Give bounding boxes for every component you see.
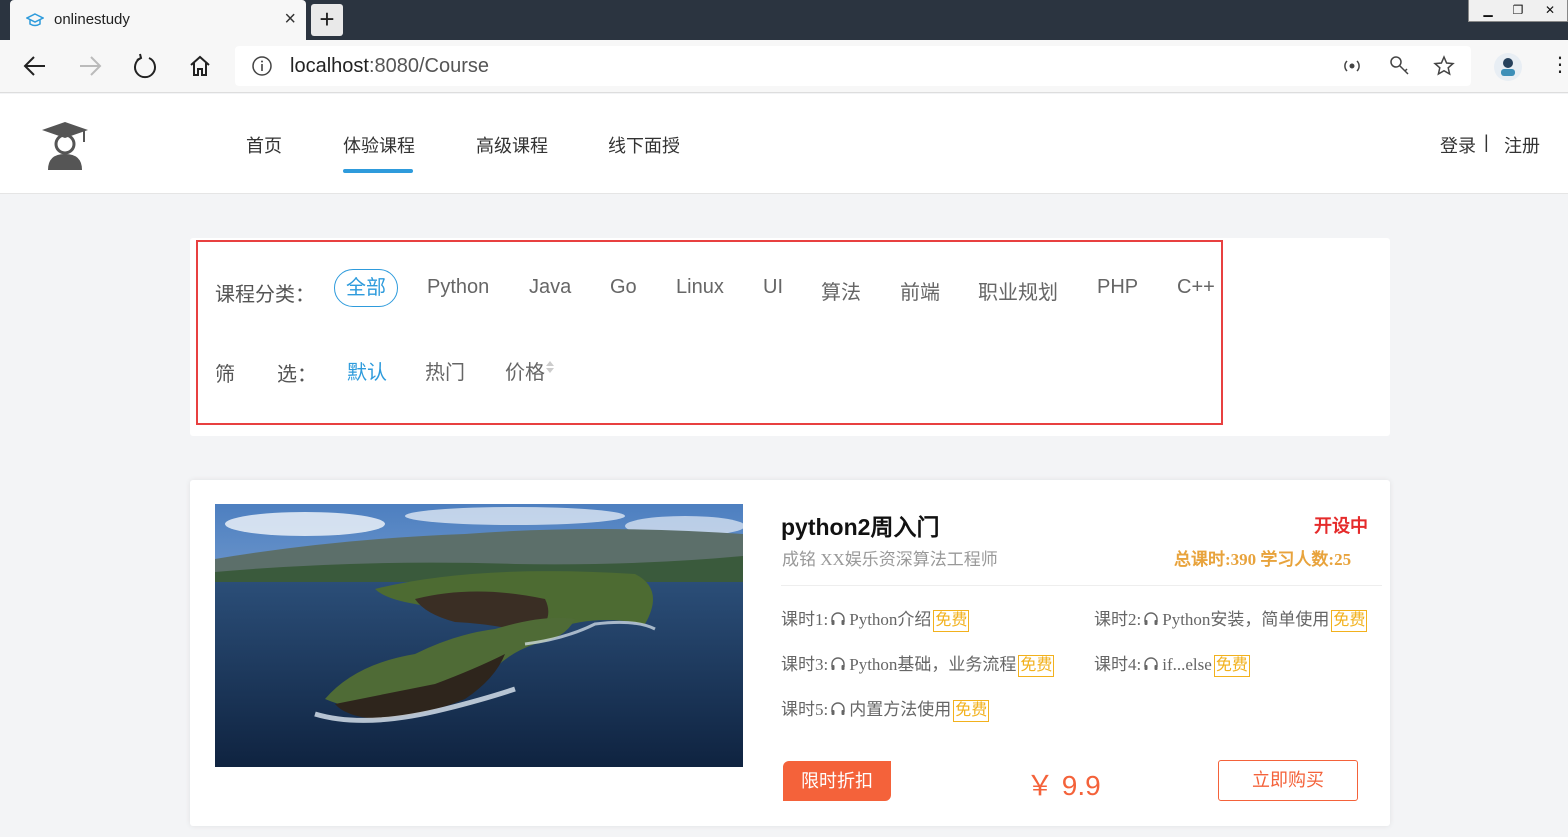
nav-offline-classes[interactable]: 线下面授 — [608, 132, 680, 158]
category-php[interactable]: PHP — [1097, 276, 1138, 299]
sort-price[interactable]: 价格 — [505, 356, 545, 385]
star-icon[interactable] — [1433, 55, 1455, 77]
register-link[interactable]: 注册 — [1504, 132, 1540, 158]
buy-now-button[interactable]: 立即购买 — [1218, 760, 1358, 801]
lesson-number: 课时5: — [781, 700, 829, 719]
category-java[interactable]: Java — [529, 276, 571, 299]
category-algorithm[interactable]: 算法 — [821, 276, 861, 305]
sort-default[interactable]: 默认 — [347, 356, 387, 385]
sort-label-2: 选： — [277, 364, 317, 386]
site-header: 首页 体验课程 高级课程 线下面授 登录 | 注册 — [0, 94, 1568, 194]
url-text[interactable]: localhost:8080/Course — [290, 55, 489, 78]
free-tag: 免费 — [1018, 655, 1055, 677]
course-cover-image[interactable] — [215, 504, 743, 767]
auth-separator: | — [1484, 132, 1489, 152]
lesson-name: if...else — [1162, 655, 1212, 674]
free-tag: 免费 — [1331, 610, 1368, 632]
refresh-icon[interactable] — [131, 52, 159, 80]
active-nav-indicator — [343, 169, 413, 173]
new-tab-button[interactable]: + — [311, 4, 343, 36]
headphones-icon — [831, 612, 845, 625]
lesson-item[interactable]: 课时5: 内置方法使用 免费 — [781, 695, 990, 722]
course-price: ￥ 9.9 — [1026, 770, 1101, 801]
tab-close-button[interactable]: × — [284, 8, 296, 30]
address-bar[interactable]: localhost:8080/Course — [235, 46, 1471, 86]
category-cpp[interactable]: C++ — [1177, 276, 1215, 299]
lesson-item[interactable]: 课时3: Python基础，业务流程 免费 — [781, 650, 1055, 677]
info-icon[interactable] — [251, 55, 273, 77]
category-ui[interactable]: UI — [763, 276, 783, 299]
sort-popular[interactable]: 热门 — [425, 356, 465, 385]
category-python[interactable]: Python — [427, 276, 489, 299]
close-window-button[interactable]: ✕ — [1539, 3, 1561, 18]
free-tag: 免费 — [1213, 655, 1250, 677]
lesson-name: Python介绍 — [849, 610, 932, 629]
free-tag: 免费 — [933, 610, 970, 632]
category-frontend[interactable]: 前端 — [900, 276, 940, 305]
course-status-badge: 开设中 — [1314, 516, 1368, 536]
browser-toolbar: localhost:8080/Course ⋮ — [0, 40, 1568, 93]
profile-avatar-icon[interactable] — [1493, 52, 1523, 82]
lesson-item[interactable]: 课时1: Python介绍 免费 — [781, 605, 970, 632]
sort-arrows-icon[interactable] — [544, 359, 556, 375]
lesson-number: 课时4: — [1094, 655, 1142, 674]
category-label: 课程分类： — [215, 284, 315, 306]
headphones-icon — [831, 702, 845, 715]
lesson-number: 课时3: — [781, 655, 829, 674]
nav-home[interactable]: 首页 — [246, 132, 282, 158]
browser-tab-bar: onlinestudy × + ▁ ❐ ✕ — [0, 0, 1568, 40]
free-tag: 免费 — [953, 700, 990, 722]
lesson-name: Python基础，业务流程 — [849, 655, 1017, 674]
nav-advanced-courses[interactable]: 高级课程 — [476, 132, 548, 158]
more-menu-button[interactable]: ⋮ — [1550, 52, 1568, 77]
nav-trial-courses[interactable]: 体验课程 — [343, 132, 415, 158]
minimize-button[interactable]: ▁ — [1477, 3, 1499, 18]
headphones-icon — [1144, 612, 1158, 625]
discount-badge: 限时折扣 — [783, 761, 891, 801]
category-linux[interactable]: Linux — [676, 276, 724, 299]
category-go[interactable]: Go — [610, 276, 637, 299]
course-teacher: 成铭 XX娱乐资深算法工程师 — [782, 550, 998, 569]
forward-arrow-icon[interactable] — [76, 52, 104, 80]
lesson-item[interactable]: 课时4: if...else 免费 — [1094, 650, 1250, 677]
graduation-cap-icon — [26, 13, 44, 27]
url-host: localhost — [290, 55, 369, 77]
headphones-icon — [1144, 657, 1158, 670]
read-aloud-icon[interactable] — [1341, 55, 1363, 77]
course-divider — [781, 585, 1382, 586]
restore-button[interactable]: ❐ — [1507, 3, 1529, 18]
login-link[interactable]: 登录 — [1440, 132, 1476, 158]
headphones-icon — [831, 657, 845, 670]
browser-tab[interactable]: onlinestudy × — [10, 0, 306, 40]
home-icon[interactable] — [186, 52, 214, 80]
filter-highlight-outline — [196, 240, 1223, 425]
lesson-number: 课时2: — [1094, 610, 1142, 629]
category-career[interactable]: 职业规划 — [978, 276, 1058, 305]
lesson-number: 课时1: — [781, 610, 829, 629]
tab-title: onlinestudy — [54, 11, 130, 28]
lesson-item[interactable]: 课时2: Python安装，简单使用 免费 — [1094, 605, 1368, 632]
url-path: :8080/Course — [368, 55, 490, 77]
window-controls: ▁ ❐ ✕ — [1468, 0, 1568, 22]
sort-label-1: 筛 — [215, 364, 235, 386]
lesson-name: Python安装，简单使用 — [1162, 610, 1330, 629]
key-icon[interactable] — [1389, 55, 1411, 77]
student-logo-icon[interactable] — [40, 120, 90, 170]
category-all[interactable]: 全部 — [334, 269, 398, 307]
course-stats: 总课时:390 学习人数:25 — [1174, 550, 1352, 569]
lesson-name: 内置方法使用 — [849, 700, 952, 719]
back-arrow-icon[interactable] — [21, 52, 49, 80]
course-title[interactable]: python2周入门 — [781, 508, 939, 542]
